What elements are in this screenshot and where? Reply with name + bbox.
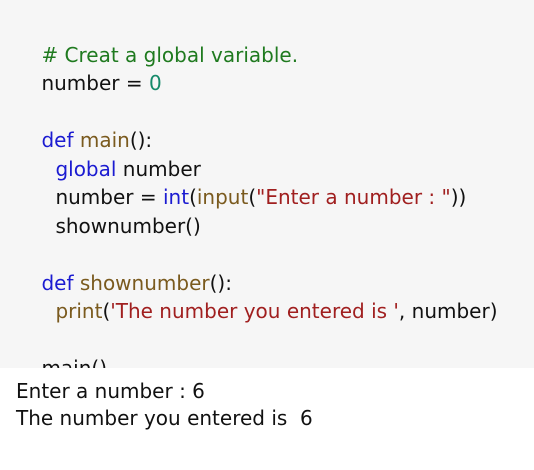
builtin-input-token: input (196, 185, 249, 209)
builtin-int-token: int (162, 185, 190, 209)
punctuation-token: ( (248, 185, 257, 209)
argument-token: , number) (398, 299, 498, 323)
output-console: Enter a number : 6 The number you entere… (0, 368, 534, 470)
punctuation-token: (): (129, 128, 153, 152)
operator-token: = (133, 185, 163, 209)
keyword-token: def (41, 270, 74, 295)
output-line-prompt: Enter a number : 6 (16, 379, 205, 403)
keyword-token: def (41, 128, 74, 152)
number-token: 0 (148, 71, 162, 95)
punctuation-token: ( (189, 185, 197, 209)
comment-token: # Creat a global variable. (41, 42, 299, 67)
string-token: 'The number you entered is ' (110, 299, 399, 323)
punctuation-token: (): (209, 270, 232, 295)
identifier-token: number (116, 156, 201, 181)
output-line-result: The number you entered is 6 (16, 406, 313, 430)
builtin-print-token: print (55, 299, 103, 323)
code-line-def-main: def main(): (16, 98, 534, 152)
code-line-def-shownumber: def shownumber(): (16, 240, 534, 295)
variable-token: number (41, 71, 120, 95)
string-token: "Enter a number : " (256, 185, 451, 209)
function-name-token: shownumber (79, 270, 210, 295)
function-name-token: main (79, 128, 130, 152)
operator-token: = (119, 71, 149, 95)
variable-token: number (55, 185, 134, 209)
code-editor[interactable]: # Creat a global variable. number = 0 de… (0, 0, 534, 380)
call-token: shownumber() (55, 213, 201, 238)
code-line-call-main: main() (16, 326, 534, 380)
keyword-token: global (55, 156, 117, 181)
code-line-comment: # Creat a global variable. (16, 12, 534, 67)
punctuation-token: )) (450, 185, 467, 209)
